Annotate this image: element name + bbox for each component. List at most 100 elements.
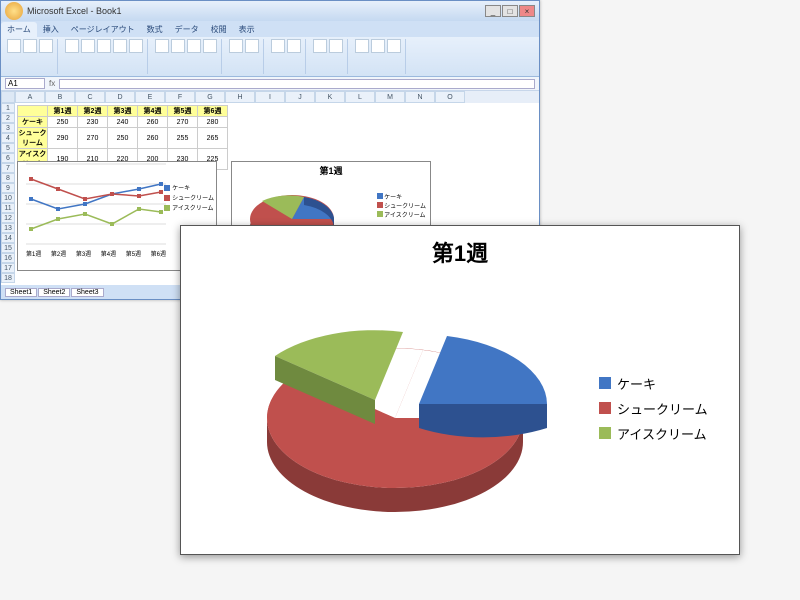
row-header[interactable]: 2: [1, 113, 15, 123]
row-header[interactable]: 5: [1, 143, 15, 153]
percent-icon[interactable]: [245, 39, 259, 53]
ribbon-tab-home[interactable]: ホーム: [1, 22, 37, 37]
merge-icon[interactable]: [203, 39, 217, 53]
cell[interactable]: 230: [78, 117, 108, 128]
row-header[interactable]: 9: [1, 183, 15, 193]
sheet-tab[interactable]: Sheet2: [38, 288, 70, 297]
col-header[interactable]: J: [285, 91, 315, 103]
cell[interactable]: 265: [198, 128, 228, 149]
align-right-icon[interactable]: [187, 39, 201, 53]
legend-label: シュークリーム: [617, 399, 708, 418]
row-header[interactable]: 1: [1, 103, 15, 113]
col-header[interactable]: F: [165, 91, 195, 103]
col-header[interactable]: N: [405, 91, 435, 103]
col-header[interactable]: H: [225, 91, 255, 103]
col-header[interactable]: D: [105, 91, 135, 103]
cell[interactable]: 255: [168, 128, 198, 149]
col-label[interactable]: 第6週: [198, 106, 228, 117]
maximize-button[interactable]: □: [502, 5, 518, 17]
row-header[interactable]: 15: [1, 243, 15, 253]
row-header[interactable]: 12: [1, 213, 15, 223]
ribbon-tab-formulas[interactable]: 数式: [141, 22, 169, 37]
office-button-icon[interactable]: [5, 2, 23, 20]
name-box[interactable]: A1: [5, 78, 45, 89]
col-header[interactable]: I: [255, 91, 285, 103]
row-header[interactable]: 11: [1, 203, 15, 213]
sort-icon[interactable]: [371, 39, 385, 53]
copy-icon[interactable]: [39, 39, 53, 53]
col-label[interactable]: 第3週: [108, 106, 138, 117]
align-center-icon[interactable]: [171, 39, 185, 53]
conditional-format-icon[interactable]: [271, 39, 285, 53]
col-header[interactable]: A: [15, 91, 45, 103]
ribbon-tab-view[interactable]: 表示: [233, 22, 261, 37]
col-header[interactable]: O: [435, 91, 465, 103]
row-header[interactable]: 13: [1, 223, 15, 233]
currency-icon[interactable]: [229, 39, 243, 53]
col-label[interactable]: 第2週: [78, 106, 108, 117]
col-header[interactable]: L: [345, 91, 375, 103]
minimize-button[interactable]: _: [485, 5, 501, 17]
col-header[interactable]: C: [75, 91, 105, 103]
close-button[interactable]: ×: [519, 5, 535, 17]
sheet-tabs: Sheet1 Sheet2 Sheet3: [5, 288, 105, 297]
cell[interactable]: 250: [48, 117, 78, 128]
col-header[interactable]: M: [375, 91, 405, 103]
cell[interactable]: 240: [108, 117, 138, 128]
row-header[interactable]: 10: [1, 193, 15, 203]
row-label[interactable]: ケーキ: [18, 117, 48, 128]
col-header[interactable]: E: [135, 91, 165, 103]
col-label[interactable]: 第5週: [168, 106, 198, 117]
cell[interactable]: 280: [198, 117, 228, 128]
row-header[interactable]: 3: [1, 123, 15, 133]
cell-styles-icon[interactable]: [287, 39, 301, 53]
insert-cell-icon[interactable]: [313, 39, 327, 53]
col-label[interactable]: 第1週: [48, 106, 78, 117]
select-all-corner[interactable]: [1, 91, 15, 103]
cell[interactable]: 250: [108, 128, 138, 149]
cut-icon[interactable]: [23, 39, 37, 53]
row-header[interactable]: 6: [1, 153, 15, 163]
fx-icon[interactable]: fx: [49, 79, 55, 88]
row-header[interactable]: 16: [1, 253, 15, 263]
cell[interactable]: 290: [48, 128, 78, 149]
legend-item: ケーキ: [599, 374, 729, 393]
paste-icon[interactable]: [7, 39, 21, 53]
sheet-tab[interactable]: Sheet3: [71, 288, 103, 297]
cell[interactable]: 270: [78, 128, 108, 149]
enlarged-pie-chart: 第1週: [180, 225, 740, 555]
formula-input[interactable]: [59, 79, 535, 89]
font-color-icon[interactable]: [113, 39, 127, 53]
col-header[interactable]: B: [45, 91, 75, 103]
ribbon-tab-review[interactable]: 校閲: [205, 22, 233, 37]
underline-icon[interactable]: [97, 39, 111, 53]
cell[interactable]: 260: [138, 128, 168, 149]
sheet-tab[interactable]: Sheet1: [5, 288, 37, 297]
cell[interactable]: 270: [168, 117, 198, 128]
row-header[interactable]: 7: [1, 163, 15, 173]
title-bar[interactable]: Microsoft Excel - Book1 _ □ ×: [1, 1, 539, 21]
row-header[interactable]: 17: [1, 263, 15, 273]
ribbon-tab-page-layout[interactable]: ページレイアウト: [65, 22, 141, 37]
fill-color-icon[interactable]: [129, 39, 143, 53]
cell[interactable]: 260: [138, 117, 168, 128]
row-header[interactable]: 18: [1, 273, 15, 283]
legend-mark-icon: [599, 377, 611, 389]
ribbon-tab-insert[interactable]: 挿入: [37, 22, 65, 37]
col-header[interactable]: G: [195, 91, 225, 103]
row-header[interactable]: 8: [1, 173, 15, 183]
bold-icon[interactable]: [65, 39, 79, 53]
corner-cell[interactable]: [18, 106, 48, 117]
row-header[interactable]: 14: [1, 233, 15, 243]
delete-cell-icon[interactable]: [329, 39, 343, 53]
col-label[interactable]: 第4週: [138, 106, 168, 117]
col-header[interactable]: K: [315, 91, 345, 103]
autosum-icon[interactable]: [355, 39, 369, 53]
ribbon-tab-data[interactable]: データ: [169, 22, 205, 37]
legend-label: アイスクリーム: [617, 424, 707, 443]
find-icon[interactable]: [387, 39, 401, 53]
row-label[interactable]: シュークリーム: [18, 128, 48, 149]
italic-icon[interactable]: [81, 39, 95, 53]
align-left-icon[interactable]: [155, 39, 169, 53]
row-header[interactable]: 4: [1, 133, 15, 143]
